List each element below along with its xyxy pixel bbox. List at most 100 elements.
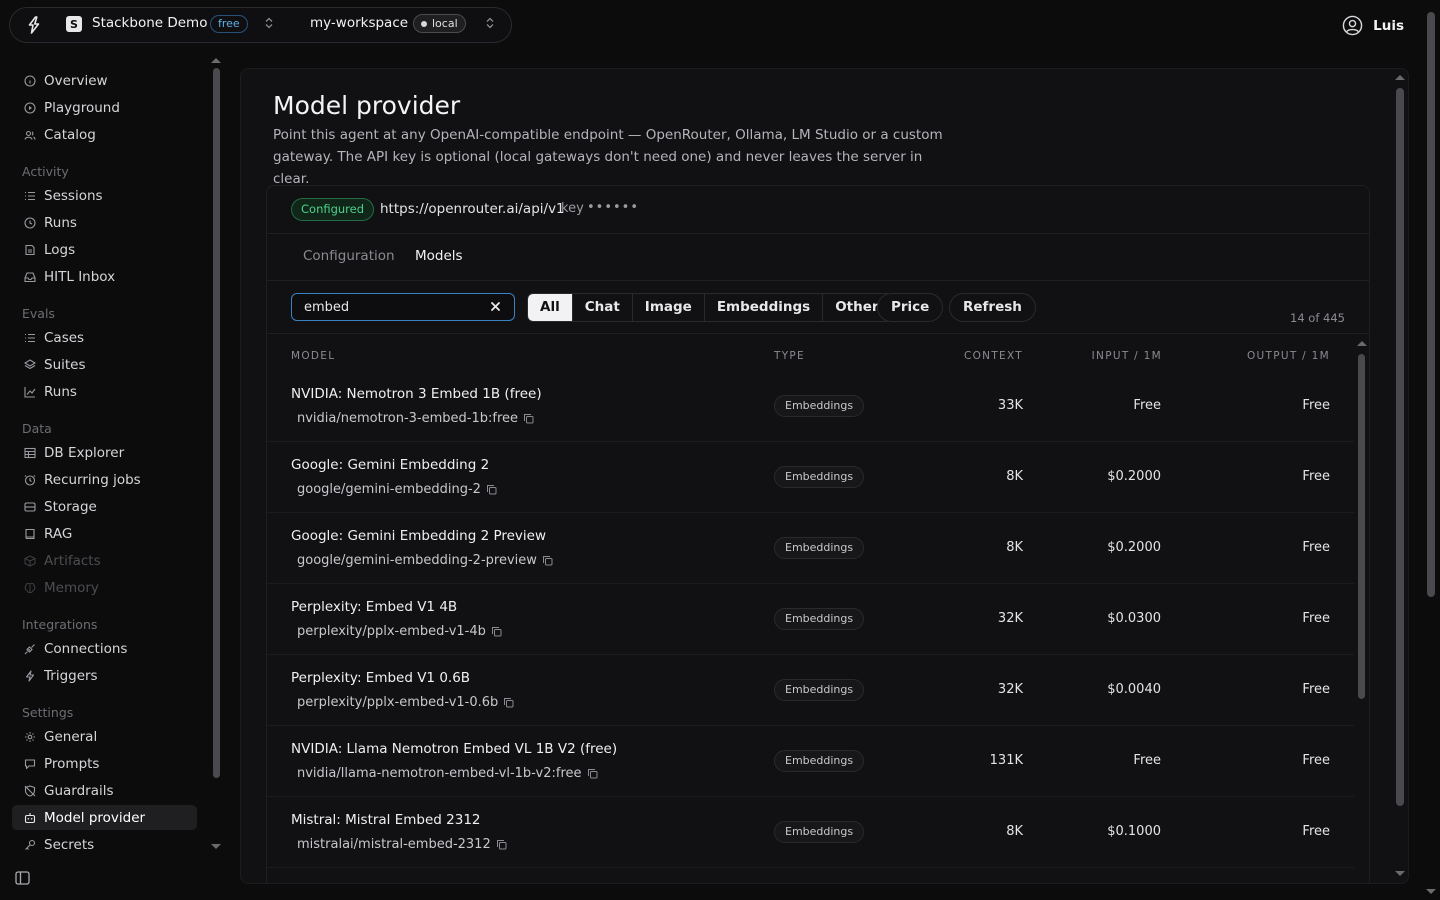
sidebar-item-sessions[interactable]: Sessions bbox=[12, 183, 197, 208]
book-icon bbox=[24, 528, 36, 540]
sidebar-scroll-down-icon[interactable] bbox=[211, 844, 221, 849]
window-scroll-down-icon[interactable] bbox=[1426, 889, 1436, 894]
table-row[interactable]: Google: Gemini Embedding 2 Preview googl… bbox=[267, 513, 1354, 584]
sidebar-item-label: Runs bbox=[44, 214, 77, 231]
copy-icon[interactable] bbox=[587, 768, 598, 779]
table-row[interactable]: Google: Gemini Embedding 2 google/gemini… bbox=[267, 442, 1354, 513]
input-price-cell: $0.2000 bbox=[1107, 540, 1161, 555]
stackbone-logo-icon[interactable] bbox=[24, 15, 44, 35]
plan-badge: free bbox=[210, 15, 248, 33]
input-price-cell: Free bbox=[1133, 398, 1161, 413]
history-icon bbox=[24, 216, 36, 229]
window-scrollbar-thumb[interactable] bbox=[1427, 12, 1435, 597]
search-input[interactable] bbox=[304, 298, 479, 317]
table-scrollbar-thumb[interactable] bbox=[1358, 354, 1365, 699]
sidebar-item-label: Artifacts bbox=[44, 552, 101, 569]
type-badge: Embeddings bbox=[774, 608, 865, 630]
copy-icon[interactable] bbox=[503, 697, 514, 708]
table-scroll-up-icon[interactable] bbox=[1357, 341, 1367, 346]
type-badge: Embeddings bbox=[774, 750, 865, 772]
sidebar-item-db-explorer[interactable]: DB Explorer bbox=[12, 440, 197, 465]
project-avatar: S bbox=[66, 16, 82, 32]
copy-icon[interactable] bbox=[523, 413, 534, 424]
project-name[interactable]: Stackbone Demo bbox=[92, 15, 207, 31]
sidebar-item-general[interactable]: General bbox=[12, 724, 197, 749]
endpoint-url: https://openrouter.ai/api/v1 bbox=[380, 201, 565, 217]
sidebar-item-label: Runs bbox=[44, 383, 77, 400]
user-menu[interactable]: Luis bbox=[1342, 15, 1404, 36]
table-row[interactable]: Perplexity: Embed V1 4B perplexity/pplx-… bbox=[267, 584, 1354, 655]
main-scroll-down-icon[interactable] bbox=[1395, 871, 1405, 876]
copy-icon[interactable] bbox=[542, 555, 553, 566]
copy-icon[interactable] bbox=[496, 839, 507, 850]
table-row[interactable]: Perplexity: Embed V1 0.6B perplexity/ppl… bbox=[267, 655, 1354, 726]
model-id: mistralai/mistral-embed-2312 bbox=[297, 837, 507, 852]
model-id: google/gemini-embedding-2-preview bbox=[297, 553, 553, 568]
sidebar-item-recurring-jobs[interactable]: Recurring jobs bbox=[12, 467, 197, 492]
box-icon bbox=[24, 554, 36, 567]
model-id: perplexity/pplx-embed-v1-0.6b bbox=[297, 695, 514, 710]
main-scrollbar-thumb[interactable] bbox=[1396, 88, 1404, 806]
sidebar-item-eval-runs[interactable]: Runs bbox=[12, 379, 197, 404]
model-id: nvidia/llama-nemotron-embed-vl-1b-v2:fre… bbox=[297, 766, 598, 781]
sidebar-item-rag[interactable]: RAG bbox=[12, 521, 197, 546]
filter-all-button[interactable]: All bbox=[528, 294, 572, 321]
sidebar-item-connections[interactable]: Connections bbox=[12, 636, 197, 661]
refresh-button[interactable]: Refresh bbox=[949, 293, 1036, 322]
sidebar-item-triggers[interactable]: Triggers bbox=[12, 663, 197, 688]
clock-icon bbox=[24, 474, 36, 486]
table-row[interactable]: Mistral: Mistral Embed 2312 mistralai/mi… bbox=[267, 797, 1354, 868]
context-cell: 33K bbox=[997, 398, 1023, 413]
table-row[interactable]: NVIDIA: Llama Nemotron Embed VL 1B V2 (f… bbox=[267, 726, 1354, 797]
workspace-selector-chevron-icon[interactable] bbox=[485, 17, 495, 29]
model-id-text: perplexity/pplx-embed-v1-4b bbox=[297, 624, 486, 639]
sidebar-section-title: Settings bbox=[22, 705, 74, 720]
context-cell: 8K bbox=[1006, 824, 1023, 839]
page-description: Point this agent at any OpenAI-compatibl… bbox=[273, 127, 943, 187]
sidebar-item-hitl-inbox[interactable]: HITL Inbox bbox=[12, 264, 197, 289]
workspace-name[interactable]: my-workspace bbox=[310, 15, 408, 31]
filter-image-button[interactable]: Image bbox=[631, 294, 704, 321]
sidebar-scrollbar-thumb[interactable] bbox=[213, 68, 220, 778]
table-row[interactable]: NVIDIA: Nemotron 3 Embed 1B (free) nvidi… bbox=[267, 371, 1354, 442]
copy-icon[interactable] bbox=[491, 626, 502, 637]
plug-icon bbox=[24, 643, 36, 655]
main-scroll-up-icon[interactable] bbox=[1395, 75, 1405, 80]
api-key-mask: •••••• bbox=[587, 200, 640, 215]
project-selector-chevron-icon[interactable] bbox=[264, 17, 274, 29]
sidebar-item-runs[interactable]: Runs bbox=[12, 210, 197, 235]
model-name: Google: Gemini Embedding 2 Preview bbox=[291, 528, 547, 544]
model-id-text: google/gemini-embedding-2 bbox=[297, 482, 481, 497]
brain-icon bbox=[24, 582, 36, 594]
info-icon bbox=[24, 74, 36, 87]
sidebar-item-logs[interactable]: Logs bbox=[12, 237, 197, 262]
sidebar-item-label: Guardrails bbox=[44, 782, 114, 799]
api-key-label: key bbox=[561, 201, 584, 216]
sidebar-item-secrets[interactable]: Secrets bbox=[12, 832, 197, 857]
sidebar-scroll-up-icon[interactable] bbox=[211, 58, 221, 63]
sidebar-item-suites[interactable]: Suites bbox=[12, 352, 197, 377]
sidebar-item-playground[interactable]: Playground bbox=[12, 95, 197, 120]
sidebar-item-catalog[interactable]: Catalog bbox=[12, 122, 197, 147]
sidebar-item-label: HITL Inbox bbox=[44, 268, 116, 285]
filter-embeddings-button[interactable]: Embeddings bbox=[703, 294, 823, 321]
clear-search-icon[interactable] bbox=[490, 301, 501, 312]
output-price-cell: Free bbox=[1302, 682, 1330, 697]
tab-configuration[interactable]: Configuration bbox=[303, 248, 395, 264]
tab-models[interactable]: Models bbox=[415, 248, 463, 264]
column-header-model: MODEL bbox=[291, 350, 336, 362]
copy-icon[interactable] bbox=[486, 484, 497, 495]
sidebar-item-model-provider[interactable]: Model provider bbox=[12, 805, 197, 830]
sidebar-item-overview[interactable]: Overview bbox=[12, 68, 197, 93]
column-header-input-price: INPUT / 1M bbox=[1091, 350, 1162, 362]
sidebar-item-prompts[interactable]: Prompts bbox=[12, 751, 197, 776]
sidebar-item-guardrails[interactable]: Guardrails bbox=[12, 778, 197, 803]
sidebar-item-cases[interactable]: Cases bbox=[12, 325, 197, 350]
price-sort-button[interactable]: Price bbox=[877, 293, 944, 322]
sidebar-section-title: Activity bbox=[22, 164, 69, 179]
sidebar-collapse-icon[interactable] bbox=[15, 871, 30, 885]
chart-icon bbox=[24, 386, 36, 398]
model-name: Mistral: Mistral Embed 2312 bbox=[291, 812, 481, 828]
filter-chat-button[interactable]: Chat bbox=[571, 294, 632, 321]
sidebar-item-storage[interactable]: Storage bbox=[12, 494, 197, 519]
